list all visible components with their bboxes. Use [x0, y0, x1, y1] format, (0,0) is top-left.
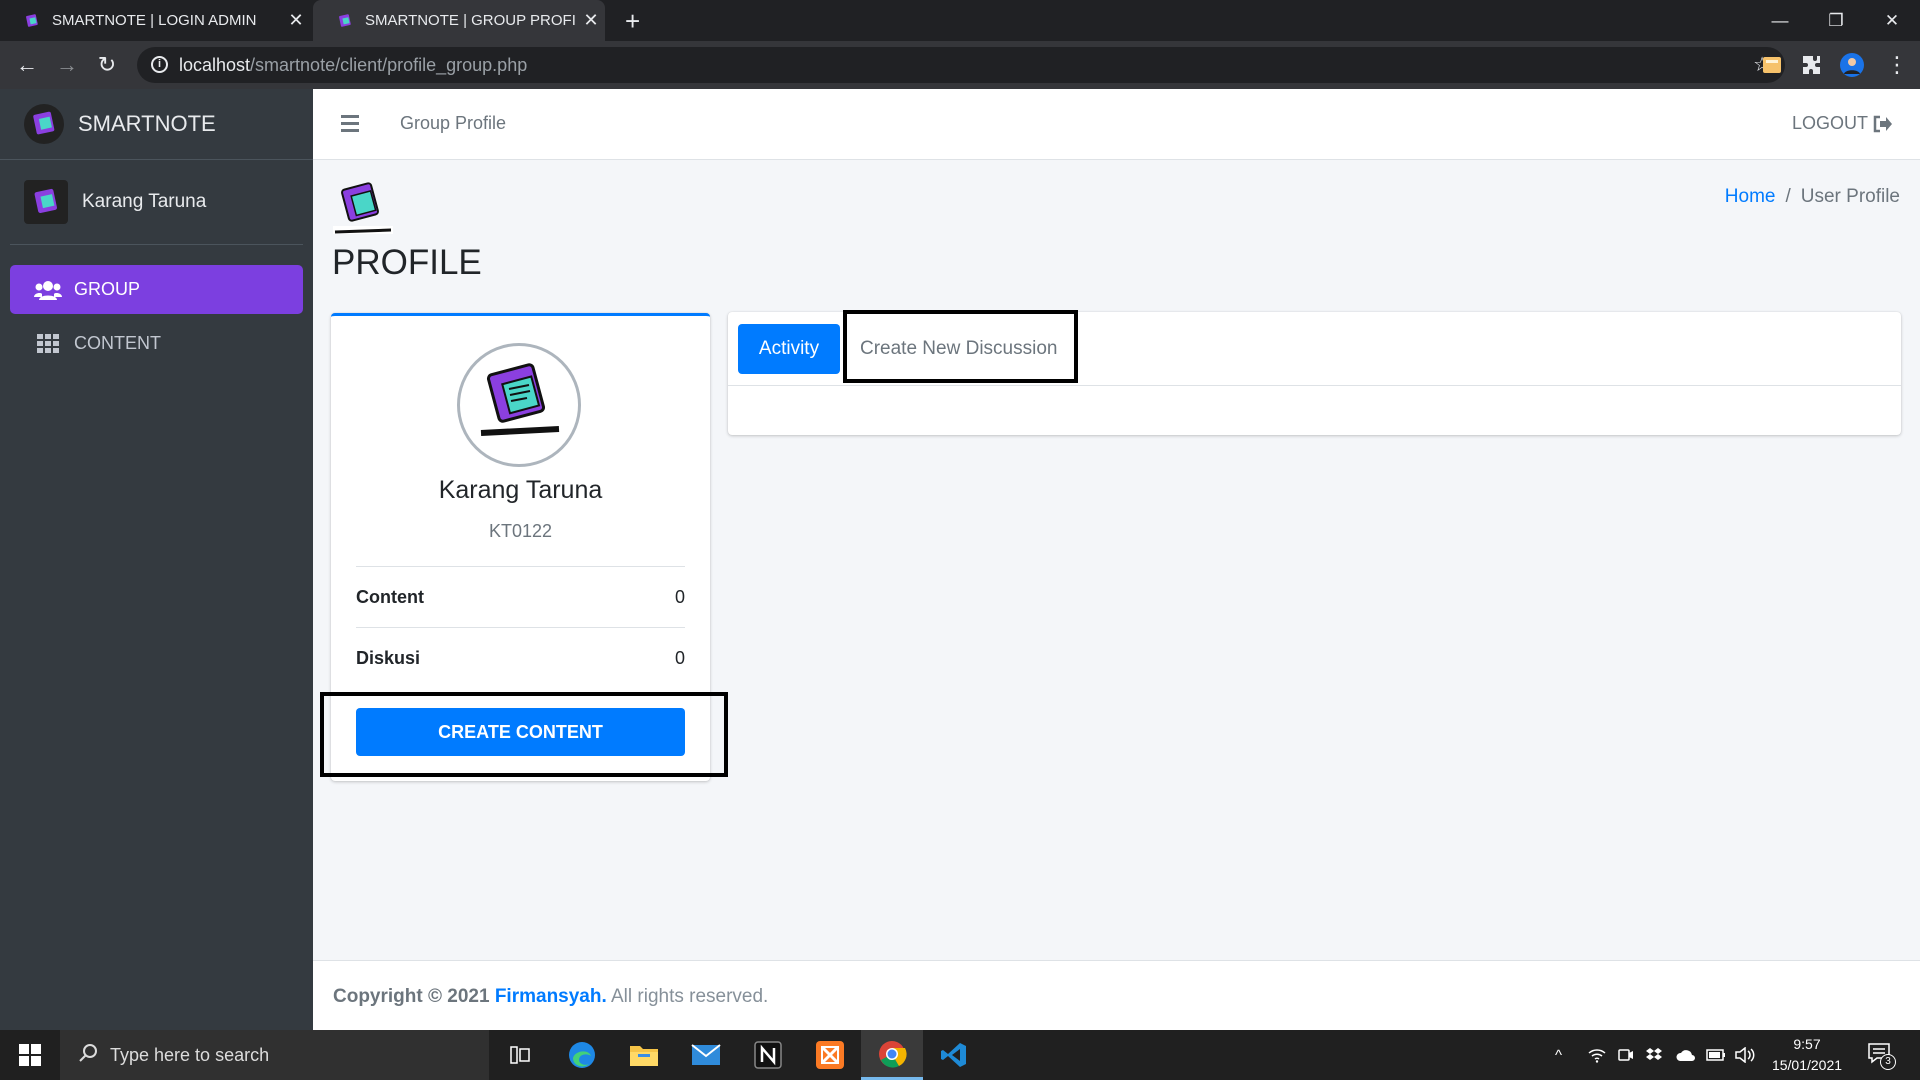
- profile-avatar: [457, 343, 581, 467]
- breadcrumb: Home / User Profile: [1725, 186, 1900, 208]
- sidebar-nav: GROUP CONTENT: [0, 245, 313, 368]
- url-text: localhost/smartnote/client/profile_group…: [179, 55, 527, 76]
- edge-browser-icon[interactable]: [551, 1030, 613, 1080]
- profile-avatar-icon[interactable]: [1840, 53, 1864, 77]
- breadcrumb-separator: /: [1785, 186, 1791, 207]
- restore-icon[interactable]: ❐: [1808, 0, 1864, 41]
- stat-label: Diskusi: [356, 647, 421, 668]
- extension-notes-icon[interactable]: [1760, 53, 1784, 77]
- url-path: /smartnote/client/profile_group.php: [250, 55, 528, 75]
- file-explorer-icon[interactable]: [613, 1030, 675, 1080]
- breadcrumb-current: User Profile: [1800, 186, 1900, 207]
- logout-link[interactable]: LOGOUT: [1792, 113, 1892, 134]
- browser-tab-title: SMARTNOTE | LOGIN ADMIN: [52, 12, 257, 29]
- notification-count-badge: 3: [1880, 1054, 1896, 1070]
- browser-tab-title: SMARTNOTE | GROUP PROFILE: [365, 12, 577, 29]
- nav-link-group-profile[interactable]: Group Profile: [400, 113, 506, 134]
- onedrive-icon[interactable]: [1675, 1030, 1697, 1080]
- meet-now-icon[interactable]: [1618, 1030, 1634, 1080]
- smartnote-logo: [331, 182, 397, 238]
- sidebar-item-label: GROUP: [74, 279, 141, 299]
- sidebar: SMARTNOTE Karang Taruna GROUP CONTENT: [0, 89, 313, 1030]
- browser-toolbar: ← → ↻ i localhost/smartnote/client/profi…: [0, 41, 1920, 89]
- url-host: localhost: [179, 55, 251, 75]
- user-avatar: [24, 180, 68, 224]
- stat-label: Content: [356, 586, 424, 607]
- profile-stats-list: Content 0 Diskusi 0: [356, 566, 685, 688]
- sidebar-item-label: CONTENT: [74, 333, 161, 353]
- back-icon[interactable]: ←: [12, 51, 42, 79]
- list-item: Diskusi 0: [356, 627, 685, 688]
- action-center-icon[interactable]: 3: [1868, 1042, 1896, 1070]
- forward-icon[interactable]: →: [52, 51, 82, 79]
- close-tab-icon[interactable]: ✕: [577, 10, 605, 31]
- browser-menu-icon[interactable]: ⋮: [1882, 51, 1912, 79]
- close-tab-icon[interactable]: ✕: [282, 10, 310, 31]
- browser-tab-group-profile[interactable]: SMARTNOTE | GROUP PROFILE ✕: [313, 0, 605, 41]
- copyright-prefix: Copyright © 2021: [333, 986, 490, 1007]
- copyright-suffix: All rights reserved.: [611, 986, 769, 1007]
- user-name: Karang Taruna: [82, 191, 207, 212]
- page-title: PROFILE: [332, 243, 482, 282]
- grid-icon: [34, 333, 62, 354]
- breadcrumb-home[interactable]: Home: [1725, 186, 1776, 207]
- clock-date: 15/01/2021: [1771, 1057, 1843, 1073]
- taskbar-search-box[interactable]: Type here to search: [60, 1030, 489, 1080]
- stat-value: 0: [674, 647, 685, 668]
- stat-value: 0: [674, 586, 685, 607]
- profile-name: Karang Taruna: [438, 476, 603, 504]
- clock-time: 9:57: [1793, 1036, 1821, 1052]
- windows-taskbar: Type here to search ^ 9:57 15/01/2021 3: [0, 1030, 1920, 1080]
- sidebar-item-group[interactable]: GROUP: [10, 265, 303, 314]
- author-link[interactable]: Firmansyah.: [495, 986, 607, 1007]
- search-icon: [78, 1043, 98, 1068]
- site-info-icon[interactable]: i: [151, 56, 168, 73]
- reload-icon[interactable]: ↻: [92, 51, 122, 79]
- battery-icon[interactable]: [1706, 1030, 1726, 1080]
- footer: Copyright © 2021 Firmansyah. All rights …: [313, 960, 1920, 1030]
- new-tab-icon[interactable]: +: [625, 6, 640, 37]
- top-navbar: Group Profile LOGOUT: [313, 89, 1920, 160]
- logout-label: LOGOUT: [1791, 113, 1868, 133]
- volume-icon[interactable]: [1735, 1030, 1755, 1080]
- vscode-icon[interactable]: [923, 1030, 985, 1080]
- smartnote-favicon: [339, 13, 351, 27]
- chrome-icon[interactable]: [861, 1030, 923, 1080]
- sign-out-icon: [1873, 115, 1892, 132]
- profile-code: KT0122: [488, 521, 553, 541]
- highlight-box-create-content: [320, 692, 728, 777]
- brand-link[interactable]: SMARTNOTE: [0, 89, 313, 160]
- smartnote-logo-icon: [24, 104, 64, 144]
- tab-activity[interactable]: Activity: [738, 324, 840, 374]
- extensions-puzzle-icon[interactable]: [1800, 53, 1824, 77]
- task-view-icon[interactable]: [489, 1030, 551, 1080]
- highlight-box-create-discussion: [843, 310, 1078, 383]
- taskbar-clock[interactable]: 9:57 15/01/2021: [1762, 1034, 1852, 1076]
- windows-start-icon[interactable]: [0, 1030, 60, 1080]
- notion-icon[interactable]: [737, 1030, 799, 1080]
- show-hidden-icons-icon[interactable]: ^: [1555, 1030, 1562, 1080]
- hamburger-menu-icon[interactable]: [341, 115, 359, 136]
- smartnote-favicon: [26, 13, 38, 27]
- brand-text: SMARTNOTE: [78, 111, 216, 136]
- browser-tab-bar: SMARTNOTE | LOGIN ADMIN ✕ SMARTNOTE | GR…: [0, 0, 1920, 41]
- users-icon: [34, 280, 62, 300]
- close-window-icon[interactable]: ✕: [1864, 0, 1920, 41]
- address-bar[interactable]: i localhost/smartnote/client/profile_gro…: [137, 47, 1785, 83]
- browser-tab-login[interactable]: SMARTNOTE | LOGIN ADMIN ✕: [0, 0, 310, 41]
- copyright-text: Copyright © 2021 Firmansyah. All rights …: [333, 986, 768, 1008]
- list-item: Content 0: [356, 566, 685, 627]
- sidebar-item-content[interactable]: CONTENT: [10, 319, 303, 368]
- search-placeholder: Type here to search: [110, 1044, 270, 1065]
- wifi-icon[interactable]: [1588, 1030, 1606, 1080]
- user-panel[interactable]: Karang Taruna: [10, 160, 303, 245]
- minimize-icon[interactable]: —: [1752, 0, 1808, 41]
- xampp-icon[interactable]: [799, 1030, 861, 1080]
- dropbox-icon[interactable]: [1645, 1030, 1663, 1080]
- mail-icon[interactable]: [675, 1030, 737, 1080]
